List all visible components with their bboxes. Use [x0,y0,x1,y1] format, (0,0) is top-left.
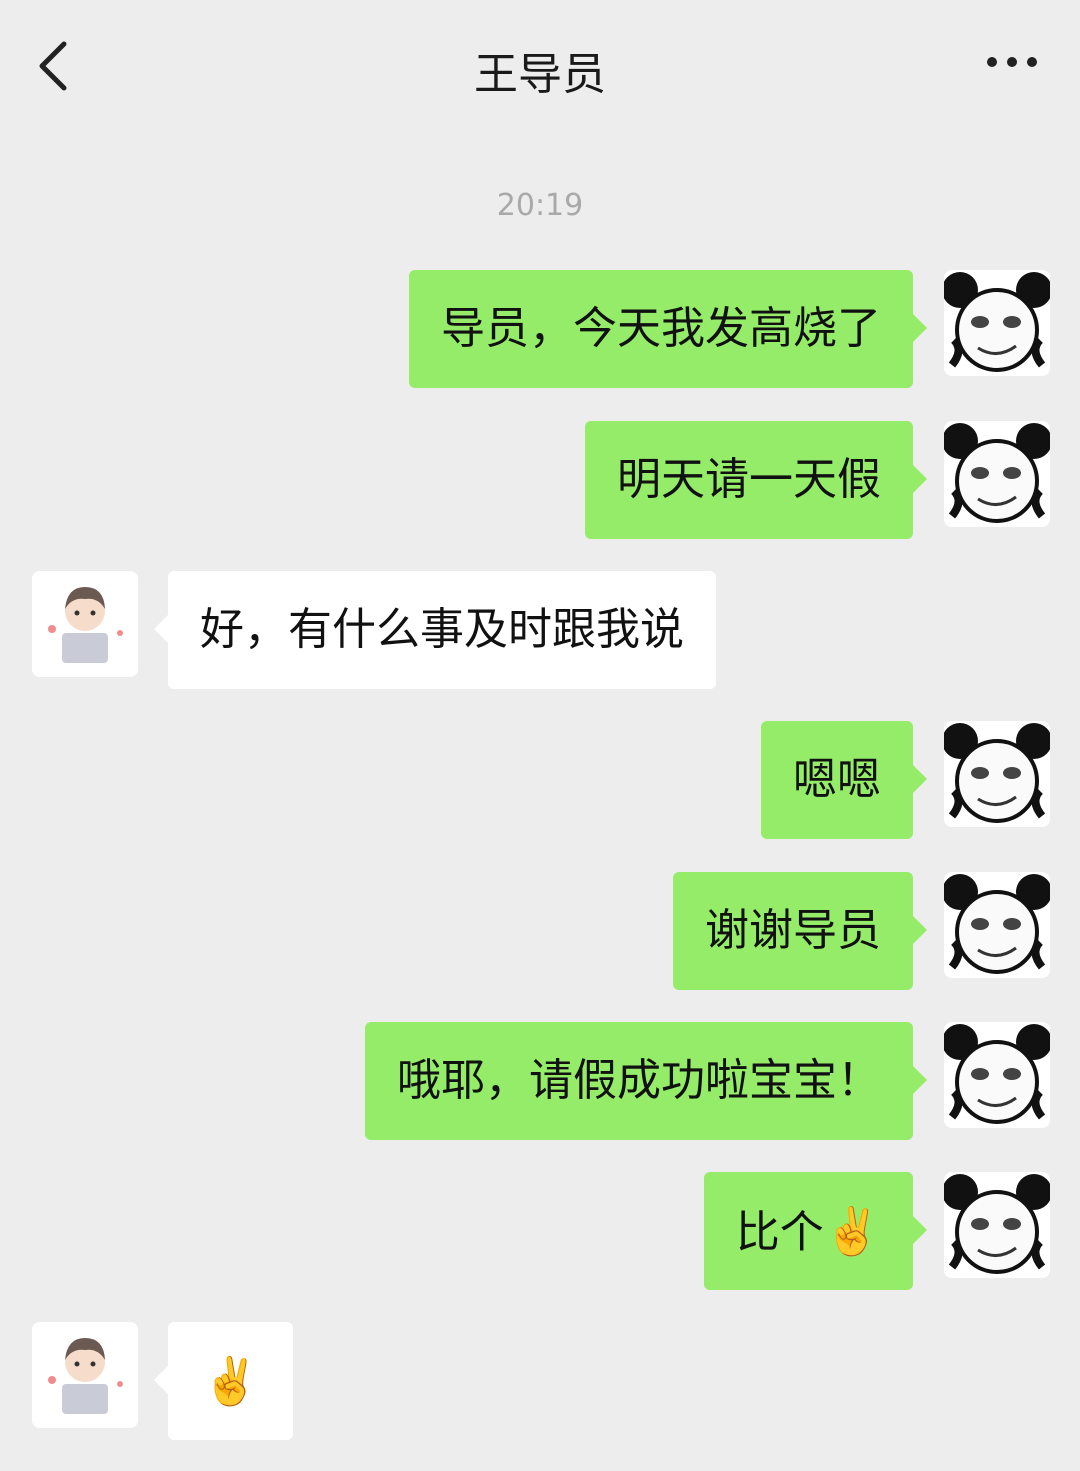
victory-hand-emoji: ✌️ [202,1354,260,1408]
panda-face-icon [944,872,1050,978]
sent-message-bubble[interactable]: 比个✌️ [703,1172,928,1290]
message-row: 比个✌️ [0,1172,1080,1292]
counselor-avatar[interactable] [32,571,138,677]
victory-hand-emoji: ✌️ [823,1204,881,1258]
sent-message-bubble[interactable]: 导员，今天我发高烧了 [409,270,927,388]
sent-message-bubble[interactable]: 明天请一天假 [585,421,927,539]
message-row: ✌️ [0,1322,1080,1442]
panda-meme-avatar[interactable] [944,421,1050,527]
message-text: 导员，今天我发高烧了 [441,303,881,354]
message-timestamp: 20:19 [496,188,584,223]
chat-title: 王导员 [474,49,606,100]
message-row: 嗯嗯 [0,721,1080,841]
sent-message-bubble[interactable]: 哦耶，请假成功啦宝宝！ [365,1022,927,1140]
received-message-bubble[interactable]: ✌️ [153,1322,294,1440]
cartoon-person-laptop-icon [32,1322,138,1428]
message-text: 好，有什么事及时跟我说 [200,604,684,655]
more-dots-icon[interactable] [986,50,1038,74]
message-row: 哦耶，请假成功啦宝宝！ [0,1022,1080,1142]
message-row: 明天请一天假 [0,421,1080,541]
panda-face-icon [944,1172,1050,1278]
sent-message-bubble[interactable]: 谢谢导员 [673,872,927,990]
message-row: 导员，今天我发高烧了 [0,270,1080,390]
panda-meme-avatar[interactable] [944,270,1050,376]
chat-header: 王导员 [0,0,1080,130]
message-text: 明天请一天假 [617,454,881,505]
message-text: 比个 [735,1207,824,1258]
received-message-bubble[interactable]: 好，有什么事及时跟我说 [154,571,716,689]
panda-meme-avatar[interactable] [944,721,1050,827]
message-row: 好，有什么事及时跟我说 [0,571,1080,691]
message-text: 哦耶，请假成功啦宝宝！ [397,1055,881,1106]
panda-face-icon [944,1022,1050,1128]
panda-meme-avatar[interactable] [944,1172,1050,1278]
panda-face-icon [944,270,1050,376]
sent-message-bubble[interactable]: 嗯嗯 [761,721,927,839]
message-text: 嗯嗯 [793,754,881,805]
panda-face-icon [944,421,1050,527]
panda-meme-avatar[interactable] [944,872,1050,978]
message-row: 谢谢导员 [0,872,1080,992]
cartoon-person-laptop-icon [32,571,138,677]
message-text: 谢谢导员 [705,905,881,956]
counselor-avatar[interactable] [32,1322,138,1428]
panda-meme-avatar[interactable] [944,1022,1050,1128]
panda-face-icon [944,721,1050,827]
